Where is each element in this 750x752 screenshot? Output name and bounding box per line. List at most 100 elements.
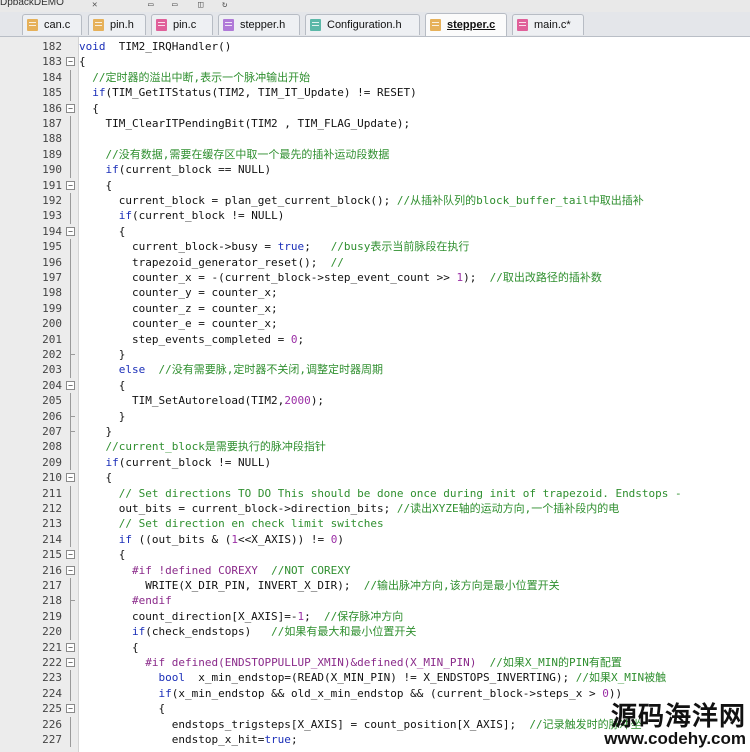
code-line[interactable]: 203 else //没有需要脉,定时器不关闭,调整定时器周期 [0, 362, 750, 378]
fold-toggle-icon[interactable]: − [66, 550, 75, 560]
code-token: #if !defined COREXY [131, 563, 258, 577]
line-number: 205 [42, 394, 62, 408]
tab-stepper-h[interactable]: stepper.h [218, 14, 300, 35]
code-line[interactable]: 216− #if !defined COREXY //NOT COREXY [0, 563, 750, 578]
tab-label: main.c* [534, 19, 571, 31]
fold-toggle-icon[interactable]: − [66, 226, 75, 236]
code-line[interactable]: 184 //定时器的溢出中断,表示一个脉冲输出开始 [0, 69, 750, 86]
fold-toggle-icon[interactable]: − [66, 180, 75, 190]
fold-guide [70, 347, 75, 363]
save-icon[interactable]: ◫ [198, 1, 208, 10]
code-line[interactable]: 206 } [0, 408, 750, 424]
code-line[interactable]: 212 out_bits = current_block->direction_… [0, 501, 750, 517]
code-line[interactable]: 204− { [0, 378, 750, 393]
code-line[interactable]: 209 if(current_block != NULL) [0, 454, 750, 471]
line-number: 214 [42, 532, 62, 546]
tab-stepper-c[interactable]: stepper.c [425, 13, 507, 36]
code-line[interactable]: 207 } [0, 424, 750, 440]
code-line[interactable]: 188 [0, 131, 750, 147]
code-line[interactable]: 222− #if defined(ENDSTOPPULLUP_XMIN)&def… [0, 655, 750, 670]
fold-toggle-icon[interactable]: − [66, 473, 75, 483]
code-line[interactable]: 202 } [0, 347, 750, 363]
undo-icon[interactable]: ✕ [92, 1, 102, 10]
code-token: <<X_AXIS)) != [237, 532, 331, 546]
code-line[interactable]: 200 counter_e = counter_x; [0, 316, 750, 332]
code-line[interactable]: 198 counter_y = counter_x; [0, 285, 750, 301]
line-number: 213 [42, 517, 62, 531]
code-line[interactable]: 218 #endif [0, 593, 750, 609]
code-line[interactable]: 183−{ [0, 54, 750, 69]
code-token: { [79, 55, 86, 69]
fold-toggle-icon[interactable]: − [66, 642, 75, 652]
code-line[interactable]: 194− { [0, 224, 750, 239]
code-line[interactable]: 182 void TIM2_IRQHandler() [0, 39, 750, 54]
tab-pin-c[interactable]: pin.c [151, 14, 213, 35]
code-token: if [118, 209, 132, 223]
fold-toggle-icon[interactable]: − [66, 658, 75, 667]
line-number: 208 [42, 440, 62, 454]
tab-configuration-h[interactable]: Configuration.h [305, 14, 420, 35]
redo-icon[interactable]: ↻ [222, 1, 232, 10]
tab-main-c[interactable]: main.c* [512, 14, 584, 35]
code-token: //current_block是需要执行的脉冲段指针 [105, 440, 326, 454]
code-line[interactable]: 191− { [0, 178, 750, 193]
code-line[interactable]: 213 // Set direction en check limit swit… [0, 516, 750, 532]
code-line[interactable]: 192 current_block = plan_get_current_blo… [0, 193, 750, 209]
watermark-title: 源码海洋网 [610, 701, 746, 731]
code-token: //busy表示当前脉段在执行 [330, 240, 470, 254]
code-line[interactable]: 195 current_block->busy = true; //busy表示… [0, 239, 750, 255]
code-line[interactable]: 190 if(current_block == NULL) [0, 162, 750, 178]
fold-guide [70, 316, 71, 332]
code-token: //输出脉冲方向,该方向是最小位置开关 [363, 579, 560, 592]
code-line[interactable]: 220 if(check_endstops) //如果有最大和最小位置开关 [0, 624, 750, 640]
code-line[interactable]: 211 // Set directions TO DO This should … [0, 485, 750, 501]
code-token: ); [463, 271, 490, 284]
code-line[interactable]: 186− { [0, 101, 750, 116]
code-token: { [79, 378, 126, 392]
open-file-icon[interactable]: ▭ [172, 1, 182, 10]
code-line[interactable]: 210− { [0, 470, 750, 485]
fold-toggle-icon[interactable]: − [66, 565, 75, 575]
fold-guide [70, 270, 71, 286]
fold-toggle-icon[interactable]: − [66, 103, 75, 113]
code-line[interactable]: 215− { [0, 547, 750, 562]
code-line[interactable]: 185 if(TIM_GetITStatus(TIM2, TIM_IT_Upda… [0, 85, 750, 101]
code-line[interactable]: 189 //没有数据,需要在缓存区中取一个最先的插补运动段数据 [0, 146, 750, 163]
tab-pin-h[interactable]: pin.h [88, 14, 146, 35]
fold-toggle-icon[interactable]: − [66, 704, 75, 714]
tab-can-c[interactable]: can.c [22, 14, 82, 35]
h-file-icon [223, 19, 234, 31]
code-token: TIM_SetAutoreload(TIM2, [79, 394, 285, 408]
fold-guide [70, 716, 71, 732]
fold-toggle-icon[interactable]: − [66, 380, 75, 390]
code-text: { [79, 101, 99, 116]
code-text: void TIM2_IRQHandler() [79, 39, 231, 54]
code-line[interactable]: 205 TIM_SetAutoreload(TIM2,2000); [0, 393, 750, 409]
code-line[interactable]: 187 TIM_ClearITPendingBit(TIM2 , TIM_FLA… [0, 116, 750, 132]
code-line[interactable]: 197 counter_x = -(current_block->step_ev… [0, 270, 750, 286]
fold-guide [70, 501, 71, 517]
code-line[interactable]: 196 trapezoid_generator_reset(); // [0, 254, 750, 270]
code-token: (current_block != NULL) [118, 455, 272, 469]
code-line[interactable]: 201 step_events_completed = 0; [0, 331, 750, 347]
line-number: 189 [42, 147, 62, 161]
code-line[interactable]: 199 counter_z = counter_x; [0, 300, 750, 317]
code-line[interactable]: 217 WRITE(X_DIR_PIN, INVERT_X_DIR); //输出… [0, 578, 750, 594]
fold-guide [70, 300, 71, 317]
code-token: counter_y = counter_x; [79, 286, 278, 300]
tab-label: pin.c [173, 19, 197, 31]
code-line[interactable]: 221− { [0, 640, 750, 655]
code-line[interactable]: 224 if(x_min_endstop && old_x_min_endsto… [0, 685, 750, 702]
code-line[interactable]: 208 //current_block是需要执行的脉冲段指针 [0, 439, 750, 455]
new-file-icon[interactable]: ▭ [148, 1, 158, 10]
code-line[interactable]: 193 if(current_block != NULL) [0, 208, 750, 224]
code-line[interactable]: 219 count_direction[X_AXIS]=-1; //保存脉冲方向 [0, 608, 750, 625]
fold-toggle-icon[interactable]: − [66, 57, 75, 67]
line-number: 203 [42, 363, 62, 377]
code-line[interactable]: 223 bool x_min_endstop=(READ(X_MIN_PIN) … [0, 670, 750, 686]
line-number: 212 [42, 502, 62, 515]
line-number: 204 [42, 378, 62, 392]
code-line[interactable]: 214 if ((out_bits & (1<<X_AXIS)) != 0) [0, 531, 750, 548]
